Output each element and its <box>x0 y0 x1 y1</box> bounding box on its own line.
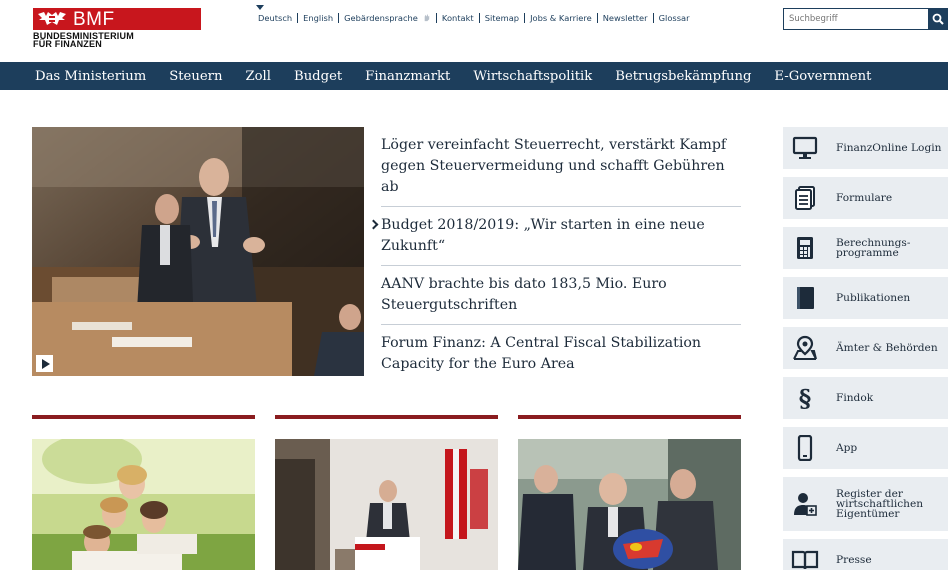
map-pin-icon <box>791 334 819 362</box>
service-link-sign-language-label: Gebärdensprache <box>344 13 418 23</box>
book-icon <box>791 284 819 312</box>
paragraph-icon: § <box>791 384 819 412</box>
quicklink-formulare[interactable]: Formulare <box>783 177 948 219</box>
service-link-glossar[interactable]: Glossar <box>652 13 695 23</box>
monitor-icon <box>791 134 819 162</box>
quicklink-presse[interactable]: Presse <box>783 539 948 570</box>
nav-item-egovernment[interactable]: E-Government <box>774 69 871 84</box>
news-title: Löger vereinfacht Steuerrecht, verstärkt… <box>381 137 727 195</box>
main-nav: Das Ministerium Steuern Zoll Budget Fina… <box>0 62 948 90</box>
quicklink-findok[interactable]: § Findok <box>783 377 948 419</box>
teaser-press-conference[interactable] <box>275 415 498 570</box>
logo-subtitle: BUNDESMINISTERIUM FÜR FINANZEN <box>33 32 134 49</box>
play-button[interactable] <box>36 355 53 372</box>
nav-item-wirtschaftspolitik[interactable]: Wirtschaftspolitik <box>473 69 592 84</box>
search-input[interactable] <box>783 8 928 30</box>
service-link-deutsch[interactable]: Deutsch <box>258 13 297 23</box>
quicklink-label: FinanzOnline Login <box>836 142 942 154</box>
nav-item-steuern[interactable]: Steuern <box>169 69 222 84</box>
documents-icon <box>791 184 819 212</box>
news-item-2[interactable]: Budget 2018/2019: „Wir starten in eine n… <box>381 207 741 266</box>
logo-red-band: BMF <box>33 8 201 30</box>
nav-item-betrugsbekaempfung[interactable]: Betrugsbekämpfung <box>615 69 751 84</box>
quicklink-label: Berechnungs-programme <box>836 237 911 259</box>
open-book-icon <box>791 546 819 570</box>
news-title: Forum Finanz: A Central Fiscal Stabiliza… <box>381 335 702 372</box>
news-item-3[interactable]: AANV brachte bis dato 183,5 Mio. Euro St… <box>381 266 741 325</box>
quicklink-finanzonline[interactable]: FinanzOnline Login <box>783 127 948 169</box>
eagle-icon <box>38 12 66 25</box>
quicklink-label: Publikationen <box>836 292 911 304</box>
service-link-kontakt[interactable]: Kontakt <box>435 13 479 23</box>
teaser-accent-bar <box>32 415 255 419</box>
news-title: Budget 2018/2019: „Wir starten in eine n… <box>381 217 705 254</box>
teaser-accent-bar <box>275 415 498 419</box>
quicklink-publikationen[interactable]: Publikationen <box>783 277 948 319</box>
search-box <box>783 8 948 30</box>
quicklinks-sidebar: FinanzOnline Login Formulare Berechnungs… <box>783 127 948 570</box>
quicklink-label: Register der wirtschaftlichen Eigentümer <box>836 488 924 520</box>
teaser-image-press-conference <box>275 439 498 570</box>
quicklink-label: Findok <box>836 392 874 404</box>
search-button[interactable] <box>928 8 948 30</box>
logo-subtitle-line2: FÜR FINANZEN <box>33 39 102 49</box>
bmf-logo[interactable]: BMF BUNDESMINISTERIUM FÜR FINANZEN <box>33 8 201 49</box>
service-nav: Deutsch English Gebärdensprache Kontakt … <box>258 13 695 23</box>
play-icon <box>41 358 50 369</box>
quicklink-label: Formulare <box>836 192 893 204</box>
service-link-newsletter[interactable]: Newsletter <box>596 13 653 23</box>
person-register-icon <box>791 490 819 518</box>
quicklink-label: Ämter & Behörden <box>836 342 938 354</box>
nav-item-finanzmarkt[interactable]: Finanzmarkt <box>365 69 450 84</box>
smartphone-icon <box>791 434 819 462</box>
quicklink-register-eigentuemer[interactable]: Register der wirtschaftlichen Eigentümer <box>783 477 948 531</box>
service-link-english[interactable]: English <box>297 13 338 23</box>
nav-item-zoll[interactable]: Zoll <box>245 69 271 84</box>
svg-text:§: § <box>799 385 812 411</box>
search-icon <box>932 13 944 25</box>
sign-language-icon <box>424 13 430 22</box>
news-title: AANV brachte bis dato 183,5 Mio. Euro St… <box>381 276 667 313</box>
nav-item-ministerium[interactable]: Das Ministerium <box>35 69 146 84</box>
service-link-sign-language[interactable]: Gebärdensprache <box>338 13 436 23</box>
parliament-speech-photo <box>32 127 364 376</box>
news-item-4[interactable]: Forum Finanz: A Central Fiscal Stabiliza… <box>381 325 741 383</box>
teaser-meeting[interactable] <box>518 415 741 570</box>
hero-video-image[interactable] <box>32 127 364 376</box>
teaser-image-family <box>32 439 255 570</box>
news-list: Löger vereinfacht Steuerrecht, verstärkt… <box>381 127 741 383</box>
service-link-jobs[interactable]: Jobs & Karriere <box>524 13 597 23</box>
quicklink-aemter-behoerden[interactable]: Ämter & Behörden <box>783 327 948 369</box>
service-link-sitemap[interactable]: Sitemap <box>478 13 524 23</box>
language-caret-icon <box>256 5 264 10</box>
quicklink-app[interactable]: App <box>783 427 948 469</box>
quicklink-berechnungsprogramme[interactable]: Berechnungs-programme <box>783 227 948 269</box>
quicklink-label: App <box>836 442 858 454</box>
teaser-image-meeting <box>518 439 741 570</box>
teaser-family[interactable] <box>32 415 255 570</box>
teaser-accent-bar <box>518 415 741 419</box>
quicklink-label: Presse <box>836 554 872 566</box>
nav-item-budget[interactable]: Budget <box>294 69 342 84</box>
calculator-icon <box>791 234 819 262</box>
news-item-1[interactable]: Löger vereinfacht Steuerrecht, verstärkt… <box>381 127 741 207</box>
logo-text: BMF <box>73 9 115 30</box>
